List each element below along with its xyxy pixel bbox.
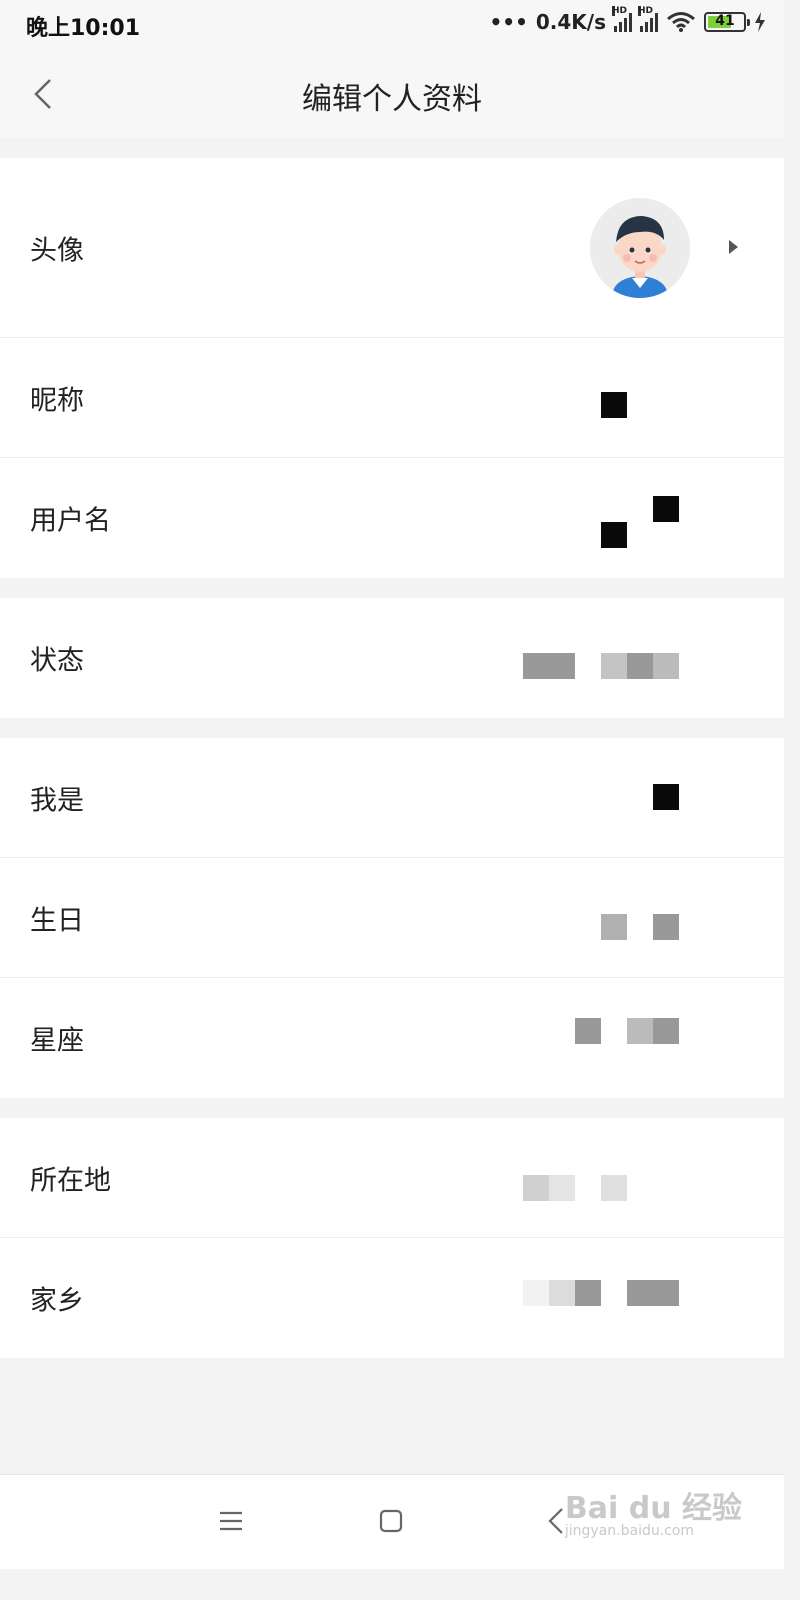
birthday-row[interactable]: 生日 — [0, 858, 784, 978]
row-label: 我是 — [30, 785, 84, 816]
redacted-value — [653, 784, 679, 810]
redacted-value — [601, 392, 627, 418]
redacted-value — [653, 914, 679, 940]
row-label: 家乡 — [30, 1285, 84, 1317]
redacted-value — [523, 1280, 549, 1306]
row-label: 头像 — [30, 235, 84, 266]
redacted-value — [601, 914, 627, 940]
status-time: 晚上10:01 — [26, 16, 141, 41]
signal-icon: HD — [638, 6, 658, 32]
signal-icon: HD — [612, 6, 632, 32]
redacted-value — [549, 1280, 575, 1306]
row-label: 状态 — [30, 645, 84, 677]
zodiac-row[interactable]: 星座 — [0, 978, 784, 1098]
redacted-value — [601, 653, 627, 679]
network-speed: 0.4K/s — [535, 10, 606, 34]
hometown-row[interactable]: 家乡 — [0, 1238, 784, 1358]
username-row[interactable]: 用户名 — [0, 458, 784, 578]
baidu-jingyan-watermark: Bai du 经验 jingyan.baidu.com — [565, 1483, 742, 1539]
charging-icon — [755, 12, 765, 32]
redacted-value — [653, 496, 679, 522]
status-row[interactable]: 状态 — [0, 598, 784, 718]
redacted-value — [523, 653, 575, 679]
profile-group-status: 状态 — [0, 598, 784, 718]
profile-group-location: 所在地 家乡 — [0, 1118, 784, 1358]
redacted-value — [653, 1018, 679, 1044]
redacted-value — [601, 522, 627, 548]
row-label: 星座 — [30, 1025, 84, 1057]
system-nav-bar: Bai du 经验 jingyan.baidu.com — [0, 1474, 784, 1569]
row-label: 所在地 — [30, 1165, 111, 1196]
redacted-value — [575, 1018, 601, 1044]
redacted-value — [653, 653, 679, 679]
status-icons: ••• 0.4K/s HD HD 41 — [489, 6, 767, 34]
profile-group-personal: 我是 生日 星座 — [0, 738, 784, 1098]
home-square-icon — [379, 1509, 403, 1533]
location-row[interactable]: 所在地 — [0, 1118, 784, 1238]
profile-group-basic: 头像 昵称 用户名 — [0, 158, 784, 578]
row-label: 用户名 — [30, 505, 111, 537]
watermark-brand: Bai du 经验 — [564, 1491, 742, 1526]
wifi-icon — [667, 12, 695, 32]
avatar[interactable] — [590, 198, 690, 298]
page-title: 编辑个人资料 — [302, 82, 482, 117]
arrow-right-icon — [729, 240, 738, 254]
row-label: 昵称 — [30, 385, 84, 416]
more-dots-icon: ••• — [489, 10, 528, 34]
nickname-row[interactable]: 昵称 — [0, 338, 784, 458]
redacted-value — [627, 653, 653, 679]
menu-icon — [220, 1511, 242, 1531]
redacted-value — [601, 1175, 627, 1201]
nav-menu-button[interactable] — [212, 1503, 252, 1543]
battery-icon: 41 — [704, 12, 750, 32]
avatar-row[interactable]: 头像 — [0, 158, 784, 338]
redacted-value — [627, 1018, 653, 1044]
redacted-value — [523, 1175, 549, 1201]
nav-home-button[interactable] — [372, 1503, 412, 1543]
avatar-illustration-icon — [590, 198, 690, 298]
redacted-value — [575, 1280, 601, 1306]
gender-row[interactable]: 我是 — [0, 738, 784, 858]
redacted-value — [627, 1280, 679, 1306]
title-bar: 编辑个人资料 — [0, 50, 784, 138]
status-bar: 晚上10:01 ••• 0.4K/s HD HD 41 — [0, 0, 784, 50]
row-label: 生日 — [30, 905, 84, 936]
redacted-value — [549, 1175, 575, 1201]
